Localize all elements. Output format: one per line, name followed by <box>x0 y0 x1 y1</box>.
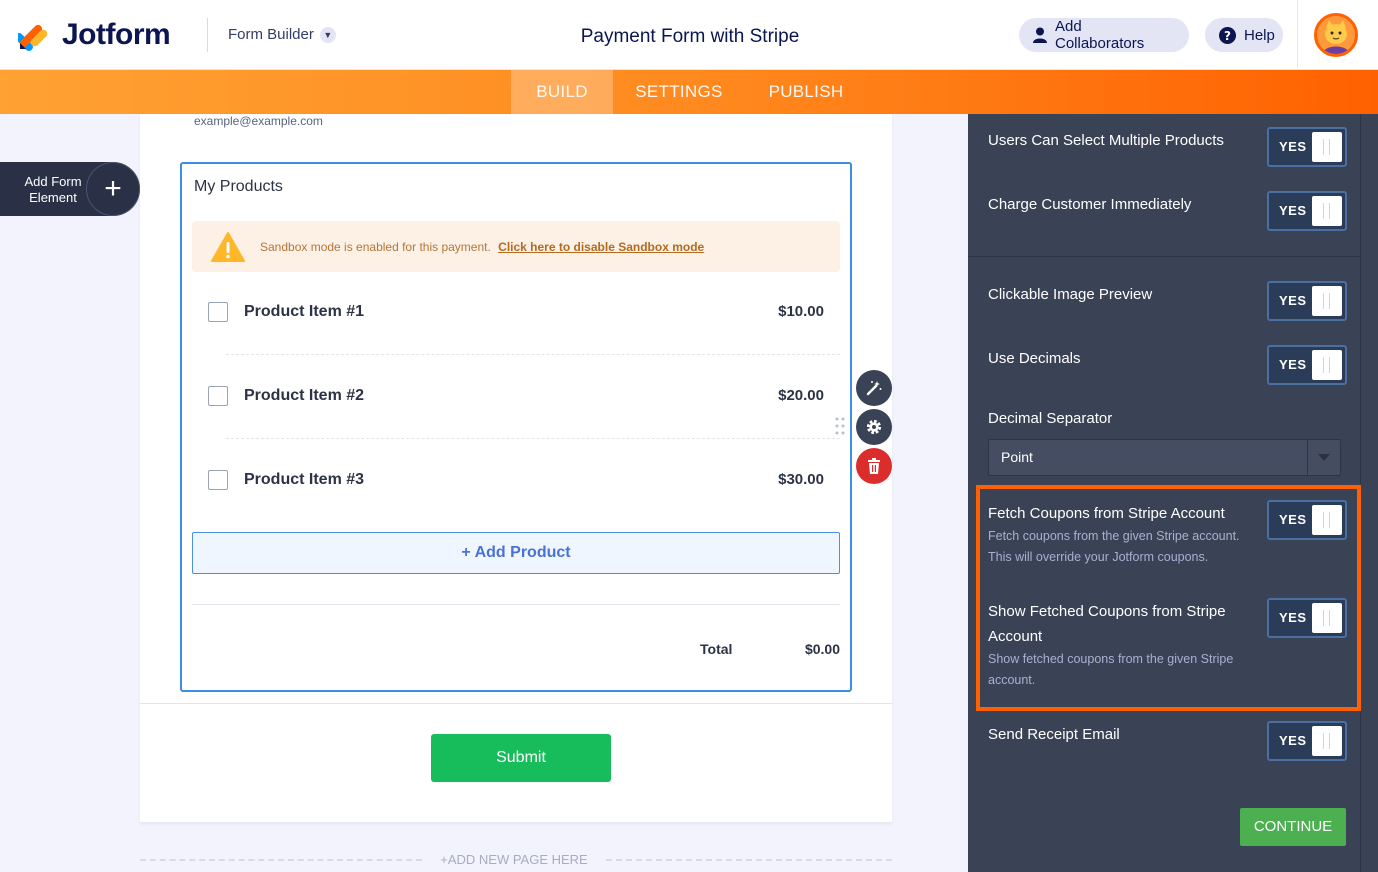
decimal-separator-label: Decimal Separator <box>988 410 1113 427</box>
help-label: Help <box>1244 26 1275 44</box>
total-divider <box>192 604 840 605</box>
drag-handle-icon[interactable] <box>834 416 846 440</box>
toggle-knob <box>1312 726 1342 756</box>
product-price: $30.00 <box>778 471 824 488</box>
logo-text: Jotform <box>62 18 171 51</box>
plus-icon: + <box>86 162 140 216</box>
form-builder-dropdown[interactable]: Form Builder ▼ <box>228 26 336 43</box>
toggle-value: YES <box>1279 733 1307 748</box>
product-price: $10.00 <box>778 303 824 320</box>
image-preview-toggle[interactable]: YES <box>1267 281 1347 321</box>
add-new-page-label[interactable]: +ADD NEW PAGE HERE <box>422 852 606 867</box>
payment-products-field[interactable]: My Products Sandbox mode is enabled for … <box>180 162 852 692</box>
tab-settings[interactable]: SETTINGS <box>624 70 734 114</box>
add-form-element-button[interactable]: Add Form Element + <box>0 162 140 216</box>
toggle-value: YES <box>1279 139 1307 154</box>
avatar[interactable] <box>1314 13 1358 57</box>
receipt-email-label: Send Receipt Email <box>988 726 1120 743</box>
continue-button[interactable]: CONTINUE <box>1240 808 1346 846</box>
field-properties-button[interactable] <box>856 409 892 445</box>
tab-build[interactable]: BUILD <box>511 70 613 114</box>
panel-scrollbar[interactable] <box>1360 114 1378 872</box>
product-name: Product Item #2 <box>244 387 365 404</box>
product-name: Product Item #1 <box>244 303 365 320</box>
add-collaborators-button[interactable]: Add Collaborators <box>1019 18 1189 52</box>
receipt-email-toggle[interactable]: YES <box>1267 721 1347 761</box>
sandbox-notice: Sandbox mode is enabled for this payment… <box>192 221 840 272</box>
top-bar: Jotform Form Builder ▼ Payment Form with… <box>0 0 1378 70</box>
chevron-down-icon: ▼ <box>319 26 336 43</box>
submit-divider <box>140 703 892 704</box>
charge-immediately-label: Charge Customer Immediately <box>988 196 1192 213</box>
product-checkbox[interactable] <box>208 470 228 490</box>
delete-field-button[interactable] <box>856 448 892 484</box>
toggle-knob <box>1312 350 1342 380</box>
product-divider <box>226 354 840 355</box>
jotform-logo[interactable]: Jotform <box>18 18 171 52</box>
new-page-dash <box>140 859 422 861</box>
header-divider <box>207 18 208 52</box>
toggle-value: YES <box>1279 293 1307 308</box>
add-form-element-label: Add Form Element <box>24 174 82 205</box>
use-decimals-toggle[interactable]: YES <box>1267 345 1347 385</box>
multiple-products-label: Users Can Select Multiple Products <box>988 132 1224 149</box>
trash-icon <box>868 458 880 474</box>
sandbox-message: Sandbox mode is enabled for this payment… <box>260 239 491 254</box>
image-preview-label: Clickable Image Preview <box>988 286 1153 303</box>
header-divider-right <box>1297 0 1298 70</box>
toggle-value: YES <box>1279 357 1307 372</box>
use-decimals-label: Use Decimals <box>988 350 1081 367</box>
decimal-separator-select[interactable]: Point <box>988 439 1341 476</box>
builder-nav: BUILD SETTINGS PUBLISH <box>0 70 1378 114</box>
gear-icon <box>866 419 882 435</box>
user-icon <box>1033 27 1047 43</box>
total-value: $0.00 <box>804 641 840 657</box>
list-item[interactable]: Product Item #1 $10.00 <box>208 302 824 322</box>
charge-immediately-toggle[interactable]: YES <box>1267 191 1347 231</box>
form-title[interactable]: Payment Form with Stripe <box>520 26 860 48</box>
list-item[interactable]: Product Item #2 $20.00 <box>208 386 824 406</box>
add-collaborators-label: Add Collaborators <box>1055 18 1145 52</box>
warning-icon <box>211 231 245 262</box>
decimal-separator-value: Point <box>1001 449 1033 465</box>
disable-sandbox-link[interactable]: Click here to disable Sandbox mode <box>498 240 704 254</box>
form-builder-label: Form Builder <box>228 26 314 43</box>
coupon-settings-highlight <box>976 485 1361 711</box>
add-new-page[interactable]: +ADD NEW PAGE HERE <box>140 850 892 870</box>
add-product-button[interactable]: + Add Product <box>192 532 840 574</box>
product-divider <box>226 438 840 439</box>
product-name: Product Item #3 <box>244 471 365 488</box>
total-label: Total <box>700 641 733 657</box>
new-page-dash <box>606 859 892 861</box>
toggle-value: YES <box>1279 203 1307 218</box>
list-item[interactable]: Product Item #3 $30.00 <box>208 470 824 490</box>
product-checkbox[interactable] <box>208 302 228 322</box>
form-canvas: example@example.com My Products Sandbox … <box>140 114 892 822</box>
cat-avatar-icon <box>1317 16 1355 54</box>
submit-button[interactable]: Submit <box>431 734 611 782</box>
magic-wand-icon <box>866 381 882 396</box>
products-field-label[interactable]: My Products <box>194 178 283 196</box>
email-sublabel: example@example.com <box>194 114 323 128</box>
svg-text:?: ? <box>1224 29 1231 43</box>
toggle-knob <box>1312 286 1342 316</box>
jotform-logo-icon <box>18 24 48 51</box>
toggle-knob <box>1312 132 1342 162</box>
help-button[interactable]: ? Help <box>1205 18 1283 52</box>
tab-publish[interactable]: PUBLISH <box>755 70 857 114</box>
toggle-knob <box>1312 196 1342 226</box>
product-checkbox[interactable] <box>208 386 228 406</box>
panel-divider <box>968 256 1360 257</box>
field-wizard-button[interactable] <box>856 370 892 406</box>
multiple-products-toggle[interactable]: YES <box>1267 127 1347 167</box>
product-price: $20.00 <box>778 387 824 404</box>
sandbox-text: Sandbox mode is enabled for this payment… <box>260 240 704 254</box>
chevron-down-icon <box>1307 440 1340 475</box>
question-icon: ? <box>1219 26 1236 44</box>
